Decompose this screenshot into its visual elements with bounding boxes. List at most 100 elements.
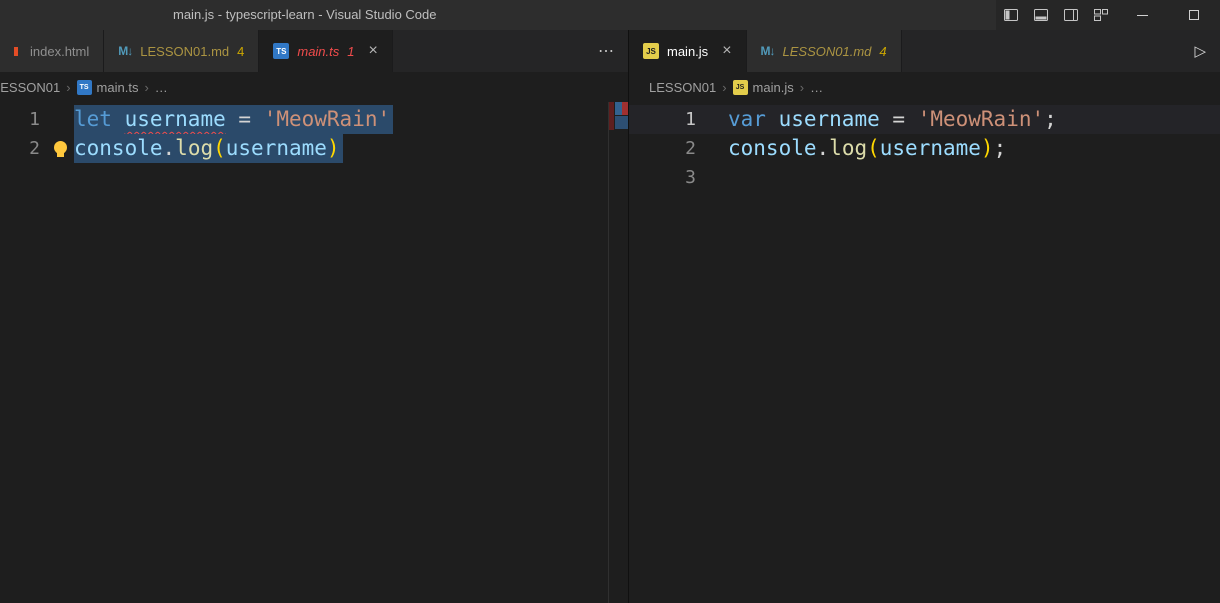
code-token: ) xyxy=(327,136,340,160)
markdown-icon: M↓ xyxy=(761,44,775,58)
close-icon[interactable]: × xyxy=(369,43,378,59)
chevron-right-icon: › xyxy=(66,80,70,95)
editor-group-right: JS main.js × M↓ LESSON01.md 4 ▷ LESSON01… xyxy=(628,30,1220,603)
code-line[interactable]: 2 console.log(username); xyxy=(629,134,1220,163)
code-token: log xyxy=(175,136,213,160)
html-icon xyxy=(14,47,18,56)
code-token: 'MeowRain' xyxy=(264,107,390,131)
breadcrumb-symbol[interactable]: … xyxy=(810,80,823,95)
tab-label: main.js xyxy=(667,44,708,59)
line-number[interactable]: 1 xyxy=(0,105,40,134)
code-token: console xyxy=(728,136,817,160)
breadcrumb-folder[interactable]: LESSON01 xyxy=(649,80,716,95)
vscode-window: main.js - typescript-learn - Visual Stud… xyxy=(0,0,1220,603)
toggle-panel-icon[interactable] xyxy=(1026,0,1056,30)
code-token: . xyxy=(163,136,176,160)
lightbulb-icon[interactable] xyxy=(54,141,67,154)
code-text[interactable]: var username = 'MeowRain'; xyxy=(728,107,1057,131)
breadcrumb-left: LESSON01 › TS main.ts › … xyxy=(0,72,628,102)
typescript-icon: TS xyxy=(273,43,289,59)
code-token: ; xyxy=(994,136,1007,160)
code-token: . xyxy=(817,136,830,160)
titlebar[interactable]: main.js - typescript-learn - Visual Stud… xyxy=(0,0,1220,30)
line-number[interactable]: 2 xyxy=(629,134,696,163)
chevron-right-icon: › xyxy=(800,80,804,95)
code-token: ) xyxy=(981,136,994,160)
chevron-right-icon: › xyxy=(144,80,148,95)
editor-main-ts[interactable]: 1let username = 'MeowRain'2console.log(u… xyxy=(0,102,628,603)
code-line[interactable]: 1 let username = 'MeowRain' xyxy=(0,105,628,134)
code-token: ; xyxy=(1044,107,1057,131)
overview-error-bar xyxy=(609,102,614,130)
editor-main-js[interactable]: 1 var username = 'MeowRain'; 2 console.log(… xyxy=(629,102,1220,603)
tab-main-ts[interactable]: TS main.ts 1 × xyxy=(259,30,392,72)
javascript-icon: JS xyxy=(733,80,748,95)
titlebar-controls xyxy=(996,0,1220,30)
problems-badge: 4 xyxy=(879,44,886,59)
code-line[interactable]: 3 xyxy=(629,163,1220,192)
tabstrip-left: index.html M↓ LESSON01.md 4 TS main.ts 1… xyxy=(0,30,628,72)
editor-group-left: index.html M↓ LESSON01.md 4 TS main.ts 1… xyxy=(0,30,628,603)
tab-index-html[interactable]: index.html xyxy=(0,30,104,72)
toggle-secondary-sidebar-icon[interactable] xyxy=(1056,0,1086,30)
code-text[interactable]: console.log(username) xyxy=(74,134,343,163)
markdown-icon: M↓ xyxy=(118,44,132,58)
minimize-button[interactable] xyxy=(1116,0,1168,30)
customize-layout-icon[interactable] xyxy=(1086,0,1116,30)
code-token: username xyxy=(226,136,327,160)
code-token xyxy=(112,107,125,131)
maximize-icon xyxy=(1189,10,1199,20)
tab-label: LESSON01.md xyxy=(783,44,872,59)
code-area: 1let username = 'MeowRain'2console.log(u… xyxy=(0,102,628,163)
close-icon[interactable]: × xyxy=(722,43,731,59)
minimap-selection-mark xyxy=(615,102,622,115)
tab-label: main.ts xyxy=(297,44,339,59)
line-number[interactable]: 3 xyxy=(629,163,696,192)
typescript-icon: TS xyxy=(77,80,92,95)
code-text[interactable]: let username = 'MeowRain' xyxy=(74,105,393,134)
code-token: username xyxy=(125,107,226,131)
code-line[interactable]: 1 var username = 'MeowRain'; xyxy=(629,105,1220,134)
minimap-selection-mark xyxy=(615,116,628,129)
breadcrumb-file[interactable]: main.ts xyxy=(97,80,139,95)
line-number[interactable]: 1 xyxy=(629,105,696,134)
tab-main-js[interactable]: JS main.js × xyxy=(629,30,747,72)
code-text[interactable]: console.log(username); xyxy=(728,136,1006,160)
line-number[interactable]: 2 xyxy=(0,134,40,163)
tab-lesson01-md[interactable]: M↓ LESSON01.md 4 xyxy=(104,30,259,72)
code-token: username xyxy=(779,107,880,131)
breadcrumb-folder[interactable]: LESSON01 xyxy=(0,80,60,95)
overview-ruler[interactable] xyxy=(608,102,628,603)
code-token: let xyxy=(74,107,112,131)
run-file-icon[interactable]: ▷ xyxy=(1194,30,1206,72)
code-token: ( xyxy=(213,136,226,160)
tab-lesson01-md[interactable]: M↓ LESSON01.md 4 xyxy=(747,30,902,72)
minimap-error-mark xyxy=(622,102,628,115)
problems-badge: 4 xyxy=(237,44,244,59)
code-token: log xyxy=(829,136,867,160)
maximize-button[interactable] xyxy=(1168,0,1220,30)
code-area: 1 var username = 'MeowRain'; 2 console.log(… xyxy=(629,102,1220,192)
breadcrumb-right: LESSON01 › JS main.js › … xyxy=(629,72,1220,102)
code-token: 'MeowRain' xyxy=(918,107,1044,131)
code-token: ( xyxy=(867,136,880,160)
code-token: = xyxy=(880,107,918,131)
tab-label: index.html xyxy=(30,44,89,59)
code-line[interactable]: 2 console.log(username) xyxy=(0,134,628,163)
breadcrumb-symbol[interactable]: … xyxy=(155,80,168,95)
breadcrumb-file[interactable]: main.js xyxy=(753,80,794,95)
problems-badge: 1 xyxy=(347,44,354,59)
toggle-primary-sidebar-icon[interactable] xyxy=(996,0,1026,30)
code-token: = xyxy=(226,107,264,131)
chevron-right-icon: › xyxy=(722,80,726,95)
code-token: var xyxy=(728,107,766,131)
more-actions-icon[interactable]: ⋯ xyxy=(598,30,614,72)
tab-label: LESSON01.md xyxy=(140,44,229,59)
tabstrip-right: JS main.js × M↓ LESSON01.md 4 ▷ xyxy=(629,30,1220,72)
code-token: username xyxy=(880,136,981,160)
window-title: main.js - typescript-learn - Visual Stud… xyxy=(173,0,437,30)
minimize-icon xyxy=(1137,15,1148,16)
code-token xyxy=(766,107,779,131)
code-token: console xyxy=(74,136,163,160)
javascript-icon: JS xyxy=(643,43,659,59)
